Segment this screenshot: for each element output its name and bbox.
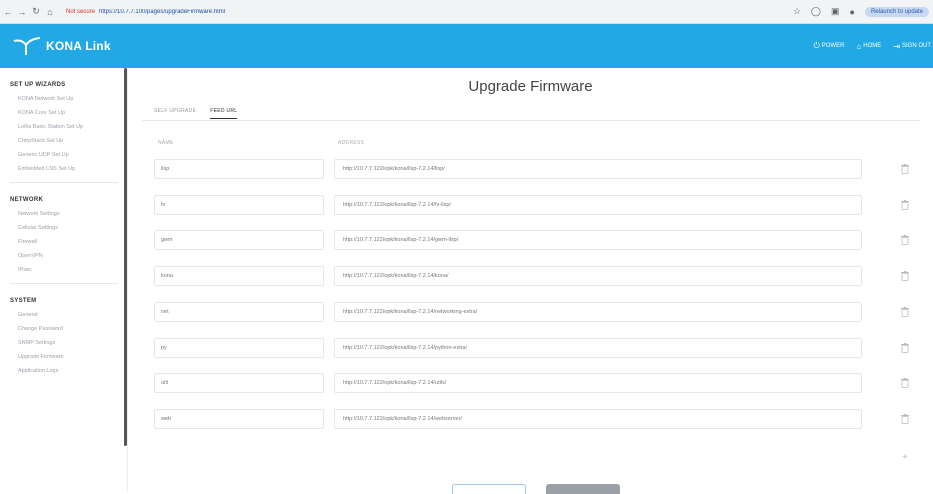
feed-address-input[interactable]: http://10.7.7.122/opk/kona/llsp-7.2.14/u… [334, 373, 862, 393]
tab-self-upgrade[interactable]: SELF UPGRADE [154, 108, 196, 119]
table-row: kona http://10.7.7.122/opk/kona/llsp-7.2.… [128, 266, 933, 292]
sidebar-item-cellular-settings[interactable]: Cellular Settings [10, 221, 127, 235]
sidebar-item-generic-udp[interactable]: Generic UDP Set Up [10, 148, 127, 162]
sidebar-section-title: SET UP WIZARDS [10, 82, 66, 88]
app-header: KONA Link ⏻ POWER ⌂ HOME ⇥ SIGN OUT [0, 24, 933, 68]
feed-name-input[interactable]: llsp [154, 159, 324, 179]
feed-address-input[interactable]: http://10.7.7.122/opk/kona/llsp-7.2.14/f… [334, 195, 862, 215]
power-label: POWER [821, 43, 845, 49]
feed-name-input[interactable]: py [154, 338, 324, 358]
sidebar-item-embedded-lns[interactable]: Embedded LNS Set Up [10, 162, 127, 176]
delete-icon[interactable] [901, 343, 909, 353]
feed-address-input[interactable]: http://10.7.7.122/opk/kona/llsp-7.2.14/l… [334, 159, 862, 179]
delete-icon[interactable] [901, 378, 909, 388]
home-icon: ⌂ [856, 41, 862, 51]
table-row: web http://10.7.7.122/opk/kona/llsp-7.2.1… [128, 409, 933, 435]
delete-icon[interactable] [901, 414, 909, 424]
tabs-divider [142, 120, 920, 121]
sidebar-item-upgrade-firmware[interactable]: Upgrade Firmware [10, 350, 127, 364]
relaunch-update-button[interactable]: Relaunch to update [864, 6, 929, 17]
sidebar-section-title: NETWORK [10, 197, 44, 203]
bookmark-star-icon[interactable]: ☆ [793, 6, 801, 17]
delete-icon[interactable] [901, 307, 909, 317]
sidebar-item-openvpn[interactable]: OpenVPN [10, 249, 127, 263]
sidebar-item-change-password[interactable]: Change Password [10, 322, 127, 336]
delete-icon[interactable] [901, 164, 909, 174]
signout-label: SIGN OUT [901, 43, 931, 49]
sidebar-item-kona-network[interactable]: KONA Network Set Up [10, 92, 127, 106]
sidebar-section-wizards: SET UP WIZARDS KONA Network Set Up KONA … [10, 82, 127, 176]
sidebar-scrollbar[interactable] [124, 68, 127, 446]
tab-feed-url[interactable]: FEED URL [210, 108, 238, 119]
sidebar-divider [10, 283, 118, 284]
feed-address-input[interactable]: http://10.7.7.122/opk/kona/llsp-7.2.14/g… [334, 230, 862, 250]
browser-toolbar: ← → ↻ ⌂ Not secure https://10.7.7.100/pa… [0, 0, 933, 24]
feed-name-input[interactable]: kona [154, 266, 324, 286]
sidebar-section-network: NETWORK Network Settings Cellular Settin… [10, 197, 127, 277]
feed-name-input[interactable]: net [154, 302, 324, 322]
power-icon: ⏻ [813, 41, 820, 50]
feed-name-input[interactable]: util [154, 373, 324, 393]
add-feed-button[interactable]: + [898, 451, 912, 465]
profile-icon[interactable]: ● [850, 7, 855, 17]
home-label: HOME [863, 43, 882, 49]
address-bar[interactable]: Not secure https://10.7.7.100/pages/upgr… [62, 4, 762, 20]
delete-icon[interactable] [901, 271, 909, 281]
sidebar: SET UP WIZARDS KONA Network Set Up KONA … [0, 68, 128, 491]
column-header-address: ADDRESS [338, 140, 365, 146]
kona-logo-icon [13, 37, 41, 55]
save-button[interactable] [546, 484, 620, 494]
feed-name-input[interactable]: fs [154, 195, 324, 215]
sidebar-section-title: SYSTEM [10, 298, 37, 304]
sidebar-item-application-logs[interactable]: Application Logs [10, 364, 127, 378]
extensions-icon[interactable]: ◯ [811, 6, 821, 17]
table-row: fs http://10.7.7.122/opk/kona/llsp-7.2.14… [128, 195, 933, 221]
feed-address-input[interactable]: http://10.7.7.122/opk/kona/llsp-7.2.14/w… [334, 409, 862, 429]
forward-icon[interactable]: → [16, 5, 28, 19]
feed-name-input[interactable]: gwm [154, 230, 324, 250]
sidebar-item-firewall[interactable]: Firewall [10, 235, 127, 249]
brand-name: KONA Link [46, 39, 111, 53]
table-row: net http://10.7.7.122/opk/kona/llsp-7.2.1… [128, 302, 933, 328]
sidebar-item-lora-basic-station[interactable]: LoRa Basic Station Set Up [10, 120, 127, 134]
sidebar-item-general[interactable]: General [10, 308, 127, 322]
sidepanel-icon[interactable]: ▣ [831, 6, 840, 17]
delete-icon[interactable] [901, 235, 909, 245]
url-text[interactable]: https://10.7.7.100/pages/upgradeFirmware… [99, 9, 225, 15]
sidebar-section-system: SYSTEM General Change Password SNMP Sett… [10, 298, 127, 378]
signout-icon: ⇥ [893, 41, 900, 51]
sidebar-item-ipsec[interactable]: IPsec [10, 263, 127, 277]
table-row: llsp http://10.7.7.122/opk/kona/llsp-7.2.… [128, 159, 933, 185]
page-title: Upgrade Firmware [468, 78, 593, 95]
signout-link[interactable]: ⇥ SIGN OUT [893, 41, 931, 51]
feed-address-input[interactable]: http://10.7.7.122/opk/kona/llsp-7.2.14/k… [334, 266, 862, 286]
sidebar-item-chirpstack[interactable]: ChirpStack Set Up [10, 134, 127, 148]
sidebar-item-snmp-settings[interactable]: SNMP Settings [10, 336, 127, 350]
home-browser-icon[interactable]: ⌂ [44, 5, 56, 19]
table-row: gwm http://10.7.7.122/opk/kona/llsp-7.2.1… [128, 230, 933, 256]
table-row: util http://10.7.7.122/opk/kona/llsp-7.2.… [128, 373, 933, 399]
sidebar-item-kona-core[interactable]: KONA Core Set Up [10, 106, 127, 120]
reload-icon[interactable]: ↻ [30, 5, 42, 19]
feed-address-input[interactable]: http://10.7.7.122/opk/kona/llsp-7.2.14/p… [334, 338, 862, 358]
not-secure-indicator[interactable]: Not secure [66, 9, 95, 15]
delete-icon[interactable] [901, 200, 909, 210]
main-content: Upgrade Firmware SELF UPGRADE FEED URL N… [128, 68, 933, 494]
sidebar-divider [10, 182, 118, 183]
column-header-name: NAME [158, 140, 174, 146]
kona-logo[interactable]: KONA Link [12, 35, 111, 57]
table-row: py http://10.7.7.122/opk/kona/llsp-7.2.14… [128, 338, 933, 364]
tab-bar: SELF UPGRADE FEED URL [154, 108, 238, 119]
sidebar-item-network-settings[interactable]: Network Settings [10, 207, 127, 221]
back-icon[interactable]: ← [2, 5, 14, 19]
feed-address-input[interactable]: http://10.7.7.122/opk/kona/llsp-7.2.14/n… [334, 302, 862, 322]
cancel-button[interactable] [452, 484, 526, 494]
feed-name-input[interactable]: web [154, 409, 324, 429]
power-link[interactable]: ⏻ POWER [813, 41, 844, 51]
home-link[interactable]: ⌂ HOME [856, 41, 881, 51]
